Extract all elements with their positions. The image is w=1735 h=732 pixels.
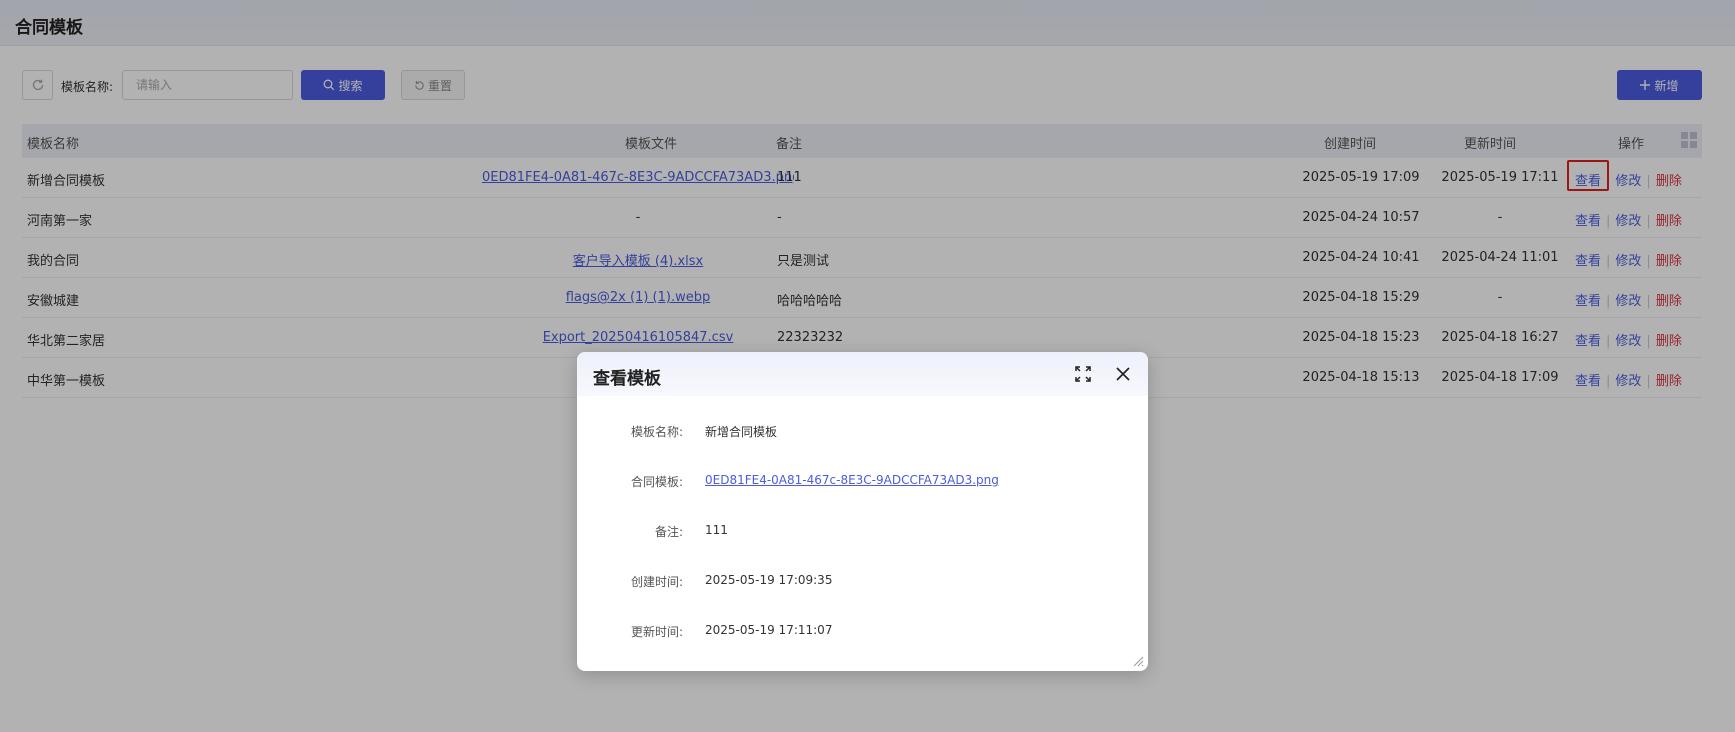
field-label: 创建时间: xyxy=(630,575,683,589)
view-template-dialog: 查看模板 模板名称: 新增合同模板合同模板: 0ED81FE4-0A81-467c-… xyxy=(577,352,1148,671)
field-value: 2025-05-19 17:09:35 xyxy=(705,573,833,587)
field-label: 合同模板: xyxy=(630,475,683,489)
template-file-link[interactable]: 0ED81FE4-0A81-467c-8E3C-9ADCCFA73AD3.png xyxy=(705,473,999,487)
fullscreen-icon[interactable] xyxy=(1075,366,1091,382)
dialog-header: 查看模板 xyxy=(577,352,1148,396)
close-icon[interactable] xyxy=(1114,365,1132,383)
field-label: 更新时间: xyxy=(630,625,683,639)
field-label: 模板名称: xyxy=(630,425,683,439)
resize-grip-icon[interactable] xyxy=(1132,655,1144,667)
field-value: 2025-05-19 17:11:07 xyxy=(705,623,833,637)
field-value: 111 xyxy=(705,523,728,537)
field-value: 新增合同模板 xyxy=(705,425,778,439)
dialog-title: 查看模板 xyxy=(593,369,661,389)
field-label: 备注: xyxy=(654,525,683,539)
